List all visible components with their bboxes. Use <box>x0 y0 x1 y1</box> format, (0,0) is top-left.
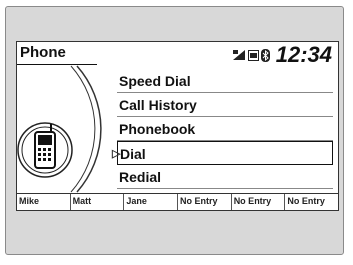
menu-item-phonebook[interactable]: Phonebook <box>117 117 333 141</box>
menu-item-dial[interactable]: ▷ Dial <box>112 141 333 165</box>
quick-dial-1[interactable]: Mike <box>17 194 71 210</box>
menu-item-label: Dial <box>120 146 146 162</box>
phone-screen: Phone 12:34 Speed Dial Call History Phon… <box>16 41 339 211</box>
quick-dial-4[interactable]: No Entry <box>178 194 232 210</box>
arc-inner <box>70 65 96 193</box>
menu-item-label: Phonebook <box>119 121 196 137</box>
clock: 12:34 <box>275 42 332 67</box>
arc-outer <box>76 65 102 193</box>
quick-dial-2[interactable]: Matt <box>71 194 125 210</box>
quick-dial-5[interactable]: No Entry <box>232 194 286 210</box>
signal-icon <box>232 49 245 60</box>
selection-cursor-icon: ▷ <box>112 148 121 160</box>
menu-item-speed-dial[interactable]: Speed Dial <box>117 69 333 93</box>
bluetooth-icon <box>260 48 270 62</box>
menu-item-redial[interactable]: Redial <box>117 165 333 189</box>
menu-item-label: Redial <box>119 169 162 185</box>
roaming-icon <box>247 49 259 61</box>
phone-graphic <box>17 65 102 193</box>
quick-dial-3[interactable]: Jane <box>124 194 179 210</box>
phone-menu: Speed Dial Call History Phonebook ▷ Dial… <box>112 69 333 189</box>
quick-dial-6[interactable]: No Entry <box>285 194 338 210</box>
status-bar: 12:34 <box>232 42 332 67</box>
menu-item-call-history[interactable]: Call History <box>117 93 333 117</box>
quick-dial-bar: Mike Matt Jane No Entry No Entry No Entr… <box>17 193 338 210</box>
menu-item-label: Speed Dial <box>119 73 191 89</box>
menu-item-label: Call History <box>119 97 197 113</box>
